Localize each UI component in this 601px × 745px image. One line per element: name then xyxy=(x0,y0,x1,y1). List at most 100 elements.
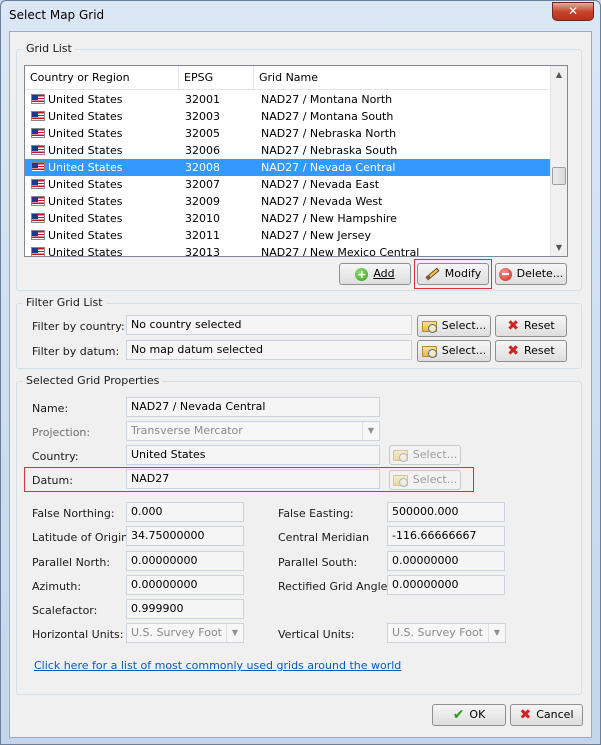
row-cell-country: United States xyxy=(48,212,123,225)
scroll-up-arrow-icon[interactable]: ▲ xyxy=(551,66,567,83)
scalefactor-field: 0.999900 xyxy=(126,599,244,619)
filter-country-select-button[interactable]: Select... xyxy=(417,315,491,337)
scalefactor-label: Scalefactor: xyxy=(32,604,98,617)
central-meridian-label: Central Meridian xyxy=(278,531,370,544)
us-flag-icon xyxy=(31,213,45,223)
folder-search-icon xyxy=(421,320,437,333)
ok-button[interactable]: ✔ OK xyxy=(432,704,506,726)
modify-button-label: Modify xyxy=(444,267,482,280)
projection-label: Projection: xyxy=(32,426,91,439)
column-header-epsg[interactable]: EPSG xyxy=(179,66,254,90)
row-cell-name: NAD27 / New Hampshire xyxy=(261,212,397,225)
close-icon: ✕ xyxy=(567,4,579,18)
close-button[interactable]: ✕ xyxy=(552,2,594,21)
false-northing-label: False Northing: xyxy=(32,507,115,520)
row-cell-epsg: 32010 xyxy=(185,212,220,225)
scroll-down-arrow-icon[interactable]: ▼ xyxy=(551,239,567,256)
us-flag-icon xyxy=(31,128,45,138)
vertical-units-label: Vertical Units: xyxy=(278,628,355,641)
row-cell-name: NAD27 / Nebraska South xyxy=(261,144,398,157)
table-row[interactable]: United States 32005 NAD27 / Nebraska North xyxy=(25,125,552,142)
datum-field: NAD27 xyxy=(126,469,380,489)
us-flag-icon xyxy=(31,145,45,155)
row-cell-epsg: 32009 xyxy=(185,195,220,208)
row-cell-epsg: 32005 xyxy=(185,127,220,140)
table-row[interactable]: United States 32010 NAD27 / New Hampshire xyxy=(25,210,552,227)
row-cell-country: United States xyxy=(48,246,123,257)
column-header-country[interactable]: Country or Region xyxy=(25,66,179,90)
grid-list-group-label: Grid List xyxy=(23,42,75,55)
row-cell-name: NAD27 / Nevada East xyxy=(261,178,380,191)
row-cell-country: United States xyxy=(48,127,123,140)
row-cell-country: United States xyxy=(48,110,123,123)
window-title: Select Map Grid xyxy=(9,8,105,22)
horizontal-units-dropdown[interactable]: U.S. Survey Foot ▼ xyxy=(126,623,244,643)
row-cell-epsg: 32011 xyxy=(185,229,220,242)
filter-datum-select-button[interactable]: Select... xyxy=(417,340,491,362)
select-map-grid-dialog: Select Map Grid ✕ Grid List Country or R… xyxy=(0,0,601,745)
row-cell-epsg: 32007 xyxy=(185,178,220,191)
table-row[interactable]: United States 32013 NAD27 / New Mexico Cen… xyxy=(25,244,552,257)
list-header: Country or Region EPSG Grid Name xyxy=(25,66,552,90)
vertical-units-dropdown[interactable]: U.S. Survey Foot ▼ xyxy=(387,623,506,643)
reset-x-icon: ✖ xyxy=(507,343,519,359)
vertical-units-value: U.S. Survey Foot xyxy=(392,626,483,639)
add-button-label: Add xyxy=(373,267,395,280)
cancel-button[interactable]: ✖ Cancel xyxy=(510,704,583,726)
country-select-button[interactable]: Select... xyxy=(389,445,461,465)
name-label: Name: xyxy=(32,402,69,415)
filter-datum-reset-button[interactable]: ✖ Reset xyxy=(495,340,567,362)
rectified-grid-angle-field: 0.00000000 xyxy=(387,575,505,595)
horizontal-units-value: U.S. Survey Foot xyxy=(131,626,222,639)
false-easting-field: 500000.000 xyxy=(387,502,505,522)
row-cell-country: United States xyxy=(48,229,123,242)
reset-x-icon: ✖ xyxy=(507,318,519,334)
parallel-south-field: 0.00000000 xyxy=(387,551,505,571)
delete-button[interactable]: Delete... xyxy=(495,263,567,285)
scroll-thumb[interactable] xyxy=(552,167,566,185)
table-row[interactable]: United States 32009 NAD27 / Nevada West xyxy=(25,193,552,210)
row-cell-epsg: 32013 xyxy=(185,246,220,257)
us-flag-icon xyxy=(31,230,45,240)
filter-country-label: Filter by country: xyxy=(32,320,125,333)
row-cell-epsg: 32001 xyxy=(185,93,220,106)
chevron-down-icon: ▼ xyxy=(362,422,379,440)
country-field: United States xyxy=(126,445,380,465)
common-grids-link[interactable]: Click here for a list of most commonly u… xyxy=(34,659,401,672)
projection-value: Transverse Mercator xyxy=(131,424,243,437)
table-row[interactable]: United States 32008 NAD27 / Nevada Central xyxy=(25,159,552,176)
add-icon: + xyxy=(355,267,369,281)
us-flag-icon xyxy=(31,247,45,256)
latitude-of-origin-field: 34.75000000 xyxy=(126,526,244,546)
cancel-x-icon: ✖ xyxy=(519,707,532,723)
row-cell-name: NAD27 / New Jersey xyxy=(261,229,371,242)
modify-button[interactable]: Modify xyxy=(417,263,489,285)
datum-label: Datum: xyxy=(32,474,73,487)
horizontal-units-label: Horizontal Units: xyxy=(32,628,124,641)
row-cell-name: NAD27 / Montana North xyxy=(261,93,393,106)
add-button[interactable]: + Add xyxy=(339,263,411,285)
table-row[interactable]: United States 32006 NAD27 / Nebraska South xyxy=(25,142,552,159)
datum-select-button[interactable]: Select... xyxy=(389,470,461,490)
table-row[interactable]: United States 32001 NAD27 / Montana North xyxy=(25,91,552,108)
properties-group-label: Selected Grid Properties xyxy=(23,374,163,387)
filter-datum-label: Filter by datum: xyxy=(32,345,120,358)
table-row[interactable]: United States 32007 NAD27 / Nevada East xyxy=(25,176,552,193)
row-cell-country: United States xyxy=(48,195,123,208)
us-flag-icon xyxy=(31,179,45,189)
folder-search-icon xyxy=(392,474,408,487)
table-row[interactable]: United States 32003 NAD27 / Montana South xyxy=(25,108,552,125)
delete-button-label: Delete... xyxy=(516,267,564,280)
grid-list-view[interactable]: Country or Region EPSG Grid Name United … xyxy=(24,65,568,257)
row-cell-epsg: 32008 xyxy=(185,161,220,174)
filter-country-reset-button[interactable]: ✖ Reset xyxy=(495,315,567,337)
column-header-grid-name[interactable]: Grid Name xyxy=(254,66,552,90)
list-vertical-scrollbar[interactable]: ▲ ▼ xyxy=(550,66,567,256)
false-northing-field: 0.000 xyxy=(126,502,244,522)
delete-icon xyxy=(498,267,512,281)
row-cell-epsg: 32003 xyxy=(185,110,220,123)
projection-dropdown[interactable]: Transverse Mercator ▼ xyxy=(126,421,380,441)
table-row[interactable]: United States 32011 NAD27 / New Jersey xyxy=(25,227,552,244)
row-cell-name: NAD27 / Nebraska North xyxy=(261,127,397,140)
latitude-of-origin-label: Latitude of Origin xyxy=(32,531,129,544)
